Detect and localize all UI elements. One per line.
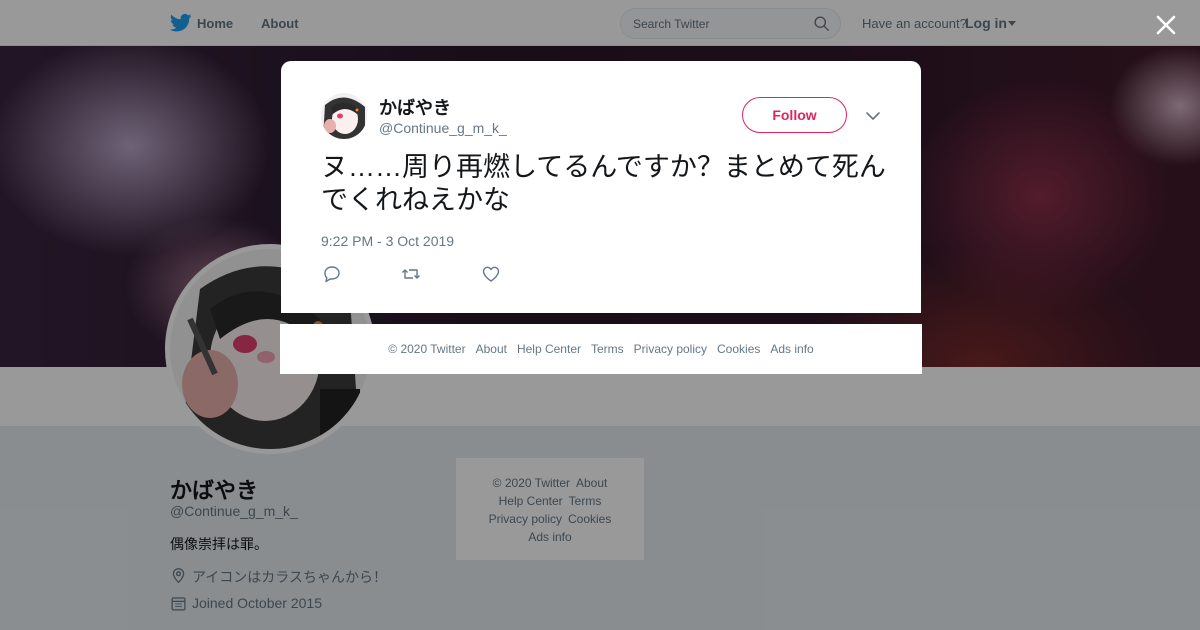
modal-footer-cookies[interactable]: Cookies <box>717 342 760 356</box>
modal-footer-privacy[interactable]: Privacy policy <box>634 342 707 356</box>
tweet-text: ヌ……周り再燃してるんですか？まとめて死んでくれねえかな <box>321 152 886 215</box>
modal-footer: © 2020 Twitter About Help Center Terms P… <box>280 324 922 374</box>
modal-footer-terms[interactable]: Terms <box>591 342 624 356</box>
tweet-author-avatar[interactable] <box>321 93 367 139</box>
heart-icon[interactable] <box>481 264 501 284</box>
modal-footer-help[interactable]: Help Center <box>517 342 581 356</box>
modal-footer-copyright: © 2020 Twitter <box>388 342 466 356</box>
modal-footer-about[interactable]: About <box>476 342 507 356</box>
tweet-author-handle[interactable]: @Continue_g_m_k_ <box>379 120 507 136</box>
close-icon[interactable] <box>1153 12 1179 38</box>
chevron-down-icon[interactable] <box>865 108 881 124</box>
follow-button[interactable]: Follow <box>742 97 847 133</box>
tweet-avatar-illustration <box>321 93 367 139</box>
tweet-author-name[interactable]: かばやき <box>379 94 451 120</box>
reply-icon[interactable] <box>322 264 342 284</box>
tweet-timestamp[interactable]: 9:22 PM - 3 Oct 2019 <box>321 233 454 249</box>
tweet-card: かばやき @Continue_g_m_k_ Follow ヌ……周り再燃してるん… <box>281 61 921 313</box>
retweet-icon[interactable] <box>401 264 421 284</box>
modal-footer-ads[interactable]: Ads info <box>770 342 813 356</box>
